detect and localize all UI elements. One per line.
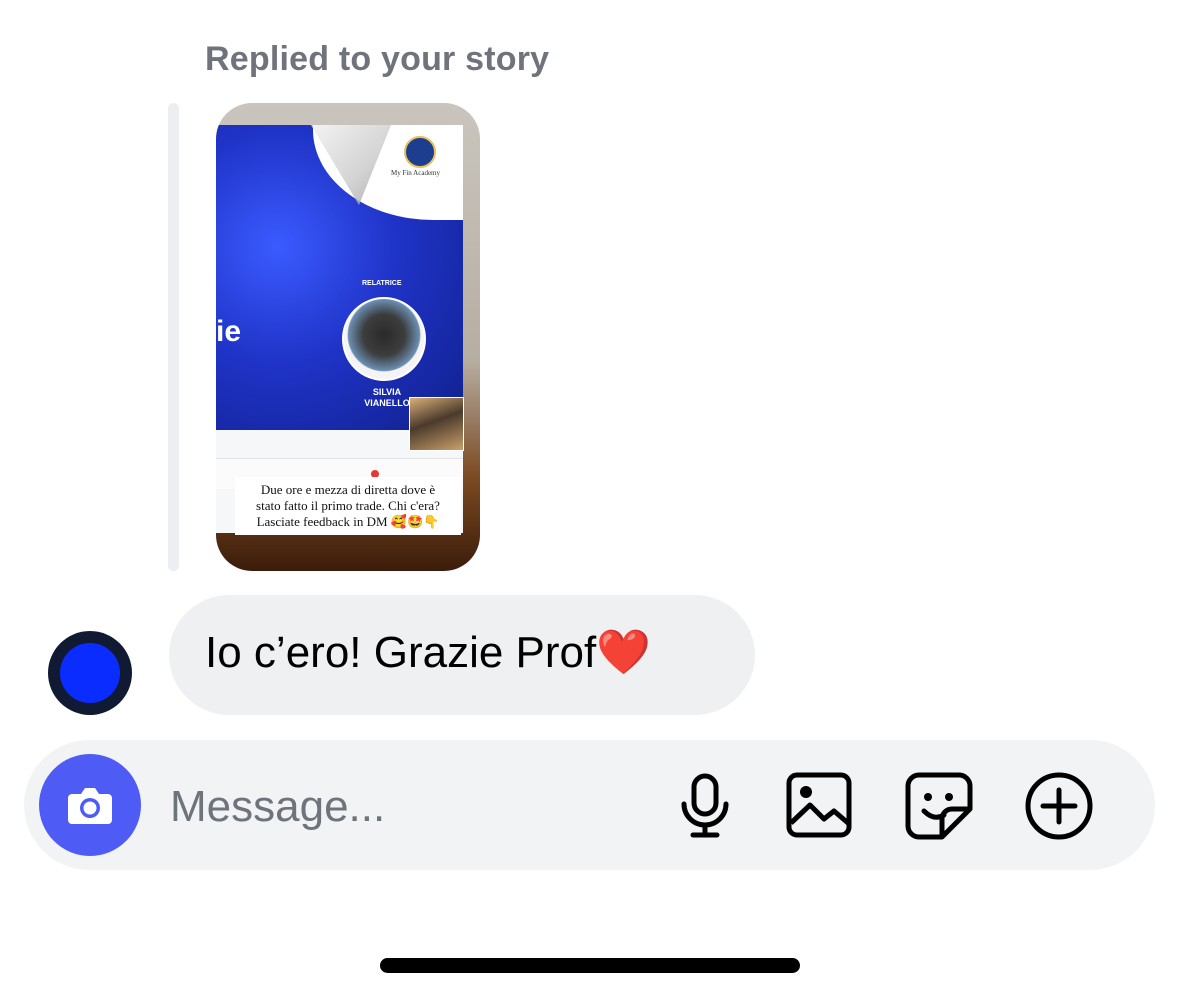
speaker-name-line: VIANELLO [364,398,410,408]
story-caption: Due ore e mezza di diretta dove è stato … [235,477,461,535]
heart-emoji: ❤️ [596,627,652,678]
story-partial-title: ie [216,315,242,348]
message-composer [24,740,1155,870]
academy-logo [404,136,436,168]
camera-icon [68,788,112,824]
sticker-button[interactable] [904,771,974,841]
speaker-tag: RELATRICE [362,280,402,287]
home-indicator[interactable] [380,958,800,973]
speaker-name: SILVIA VIANELLO [358,387,416,409]
speaker-name-line: SILVIA [372,387,402,397]
video-pip [409,397,464,451]
caption-line: Due ore e mezza di diretta dove è [260,482,436,497]
message-text: Io c’ero! Grazie Prof [205,628,597,677]
caption-line: Lasciate feedback in DM 🥰🤩👇 [256,514,440,529]
story-screen: My Fin Academy ie RELATRICE SILVIA VIANE… [216,125,464,533]
sender-avatar[interactable] [48,631,132,715]
plus-circle-icon [1025,772,1093,840]
camera-button[interactable] [39,754,141,856]
caption-line: stato fatto il primo trade. Chi c'era? [256,498,440,513]
sticker-icon [905,772,973,840]
gallery-button[interactable] [784,771,854,841]
more-button[interactable] [1024,771,1094,841]
message-bubble[interactable]: Io c’ero! Grazie Prof❤️ [169,595,755,715]
academy-logo-text: My Fin Academy [391,169,440,177]
message-text-row: Io c’ero! Grazie Prof❤️ [205,626,651,678]
message-input[interactable] [168,778,622,836]
reply-quote-bar [168,103,179,571]
reply-label: Replied to your story [205,40,550,78]
image-gallery-icon [786,772,852,838]
avatar-image [60,643,120,703]
microphone-button[interactable] [670,771,740,841]
microphone-icon [681,773,729,838]
speaker-photo [342,297,426,381]
story-preview[interactable]: My Fin Academy ie RELATRICE SILVIA VIANE… [216,103,480,571]
